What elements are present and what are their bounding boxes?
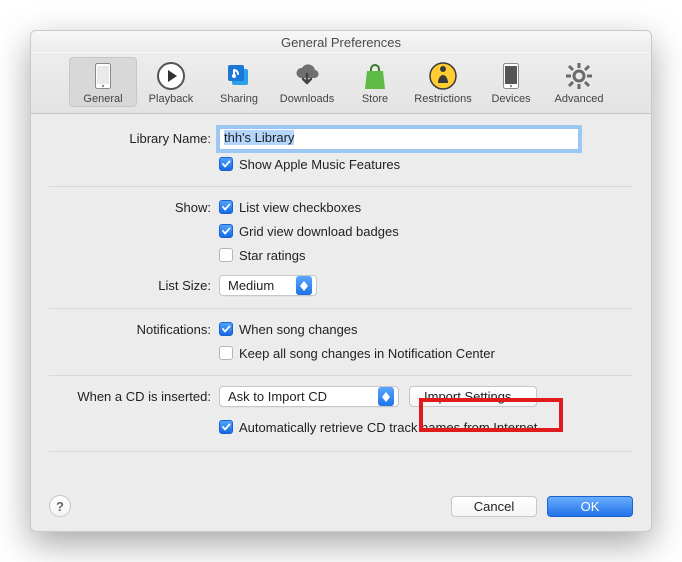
tab-label: Downloads <box>280 93 334 105</box>
divider <box>49 308 633 309</box>
tab-label: Store <box>362 93 388 105</box>
tab-downloads[interactable]: Downloads <box>273 57 341 107</box>
auto-retrieve-checkbox[interactable] <box>219 420 233 434</box>
window-title: General Preferences <box>31 31 651 53</box>
preferences-window: General Preferences General Playback Sha… <box>30 30 652 532</box>
stepper-arrows-icon <box>378 387 394 406</box>
show-apple-music-label: Show Apple Music Features <box>239 157 400 172</box>
when-song-changes-label: When song changes <box>239 322 358 337</box>
library-name-input[interactable]: thh's Library <box>219 128 579 150</box>
notifications-label: Notifications: <box>49 319 219 337</box>
footer: ? Cancel OK <box>31 485 651 531</box>
tab-devices[interactable]: Devices <box>477 57 545 107</box>
show-label: Show: <box>49 197 219 215</box>
list-view-checkboxes-label: List view checkboxes <box>239 200 361 215</box>
tab-label: Restrictions <box>414 93 471 105</box>
restrictions-icon <box>428 61 458 91</box>
help-icon: ? <box>56 499 64 514</box>
tab-advanced[interactable]: Advanced <box>545 57 613 107</box>
divider <box>49 451 633 452</box>
when-song-changes-checkbox[interactable] <box>219 322 233 336</box>
tab-restrictions[interactable]: Restrictions <box>409 57 477 107</box>
list-size-value: Medium <box>228 278 274 293</box>
star-ratings-checkbox[interactable] <box>219 248 233 262</box>
keep-all-changes-checkbox[interactable] <box>219 346 233 360</box>
tab-playback[interactable]: Playback <box>137 57 205 107</box>
star-ratings-label: Star ratings <box>239 248 305 263</box>
cloud-download-icon <box>292 61 322 91</box>
tab-general[interactable]: General <box>69 57 137 107</box>
bag-icon <box>360 61 390 91</box>
help-button[interactable]: ? <box>49 495 71 517</box>
cd-inserted-label: When a CD is inserted: <box>49 386 219 404</box>
sharing-icon <box>224 61 254 91</box>
tab-label: Sharing <box>220 93 258 105</box>
cancel-button[interactable]: Cancel <box>451 496 537 517</box>
grid-badges-checkbox[interactable] <box>219 224 233 238</box>
tab-store[interactable]: Store <box>341 57 409 107</box>
divider <box>49 186 633 187</box>
preferences-toolbar: General Playback Sharing Downloads Store <box>31 53 651 114</box>
preferences-body: Library Name: thh's Library Show Apple M… <box>31 114 651 485</box>
device-icon <box>496 61 526 91</box>
gear-icon <box>564 61 594 91</box>
tab-label: Devices <box>491 93 530 105</box>
grid-badges-label: Grid view download badges <box>239 224 399 239</box>
phone-icon <box>88 61 118 91</box>
tab-label: Playback <box>149 93 194 105</box>
list-view-checkboxes-checkbox[interactable] <box>219 200 233 214</box>
cd-action-popup[interactable]: Ask to Import CD <box>219 386 399 407</box>
cd-action-value: Ask to Import CD <box>228 389 327 404</box>
tab-label: Advanced <box>555 93 604 105</box>
tab-sharing[interactable]: Sharing <box>205 57 273 107</box>
import-settings-button[interactable]: Import Settings... <box>409 386 537 407</box>
library-name-label: Library Name: <box>49 128 219 146</box>
play-icon <box>156 61 186 91</box>
tab-label: General <box>83 93 122 105</box>
divider <box>49 375 633 376</box>
auto-retrieve-label: Automatically retrieve CD track names fr… <box>239 420 537 435</box>
show-apple-music-checkbox[interactable] <box>219 157 233 171</box>
list-size-label: List Size: <box>49 275 219 293</box>
list-size-popup[interactable]: Medium <box>219 275 317 296</box>
stepper-arrows-icon <box>296 276 312 295</box>
keep-all-changes-label: Keep all song changes in Notification Ce… <box>239 346 495 361</box>
ok-button[interactable]: OK <box>547 496 633 517</box>
